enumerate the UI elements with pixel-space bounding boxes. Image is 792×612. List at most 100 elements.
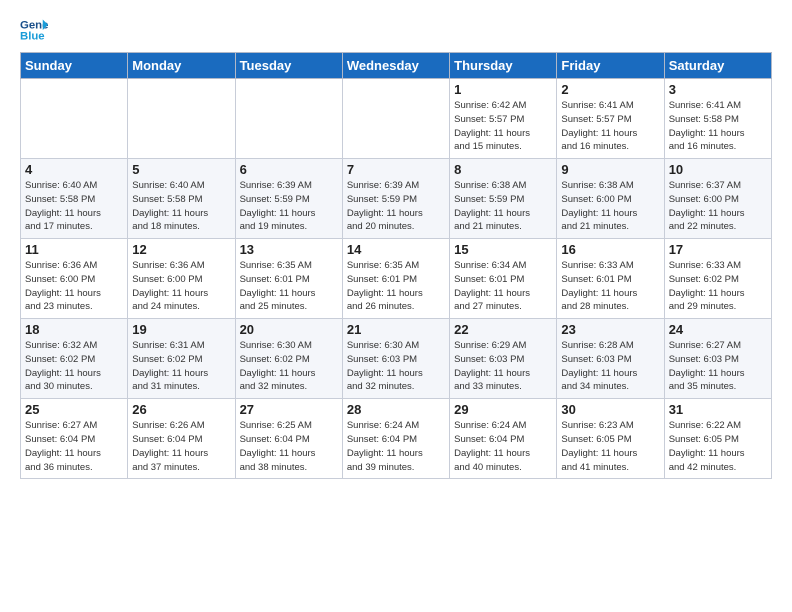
- day-number: 13: [240, 242, 338, 257]
- calendar-day-cell: [235, 79, 342, 159]
- calendar-week-row: 1 Sunrise: 6:42 AM Sunset: 5:57 PM Daylig…: [21, 79, 772, 159]
- calendar-day-cell: 28 Sunrise: 6:24 AM Sunset: 6:04 PM Dayli…: [342, 399, 449, 479]
- calendar-day-cell: 18 Sunrise: 6:32 AM Sunset: 6:02 PM Dayli…: [21, 319, 128, 399]
- calendar-day-cell: 11 Sunrise: 6:36 AM Sunset: 6:00 PM Dayli…: [21, 239, 128, 319]
- logo: General Blue: [20, 16, 48, 44]
- day-info: Sunrise: 6:42 AM Sunset: 5:57 PM Dayligh…: [454, 99, 552, 154]
- day-info: Sunrise: 6:27 AM Sunset: 6:04 PM Dayligh…: [25, 419, 123, 474]
- calendar-day-cell: 2Sunrise: 6:41 AM Sunset: 5:57 PM Daylig…: [557, 79, 664, 159]
- calendar-day-cell: 5 Sunrise: 6:40 AM Sunset: 5:58 PM Daylig…: [128, 159, 235, 239]
- day-number: 17: [669, 242, 767, 257]
- calendar-day-cell: 15 Sunrise: 6:34 AM Sunset: 6:01 PM Dayli…: [450, 239, 557, 319]
- calendar-day-cell: 13 Sunrise: 6:35 AM Sunset: 6:01 PM Dayli…: [235, 239, 342, 319]
- day-number: 30: [561, 402, 659, 417]
- day-number: 12: [132, 242, 230, 257]
- day-info: Sunrise: 6:27 AM Sunset: 6:03 PM Dayligh…: [669, 339, 767, 394]
- day-info: Sunrise: 6:31 AM Sunset: 6:02 PM Dayligh…: [132, 339, 230, 394]
- calendar-day-cell: 19 Sunrise: 6:31 AM Sunset: 6:02 PM Dayli…: [128, 319, 235, 399]
- day-info: Sunrise: 6:35 AM Sunset: 6:01 PM Dayligh…: [347, 259, 445, 314]
- calendar-day-cell: 29Sunrise: 6:24 AM Sunset: 6:04 PM Dayli…: [450, 399, 557, 479]
- logo-icon: General Blue: [20, 16, 48, 44]
- calendar-day-cell: 1 Sunrise: 6:42 AM Sunset: 5:57 PM Daylig…: [450, 79, 557, 159]
- day-number: 16: [561, 242, 659, 257]
- day-info: Sunrise: 6:36 AM Sunset: 6:00 PM Dayligh…: [25, 259, 123, 314]
- calendar-header-cell: Friday: [557, 53, 664, 79]
- day-info: Sunrise: 6:32 AM Sunset: 6:02 PM Dayligh…: [25, 339, 123, 394]
- calendar-header-cell: Tuesday: [235, 53, 342, 79]
- day-number: 11: [25, 242, 123, 257]
- day-info: Sunrise: 6:33 AM Sunset: 6:01 PM Dayligh…: [561, 259, 659, 314]
- calendar-day-cell: 31 Sunrise: 6:22 AM Sunset: 6:05 PM Dayli…: [664, 399, 771, 479]
- day-number: 3: [669, 82, 767, 97]
- calendar-week-row: 11 Sunrise: 6:36 AM Sunset: 6:00 PM Dayli…: [21, 239, 772, 319]
- day-info: Sunrise: 6:39 AM Sunset: 5:59 PM Dayligh…: [347, 179, 445, 234]
- calendar-day-cell: 9Sunrise: 6:38 AM Sunset: 6:00 PM Daylig…: [557, 159, 664, 239]
- day-info: Sunrise: 6:22 AM Sunset: 6:05 PM Dayligh…: [669, 419, 767, 474]
- calendar-day-cell: 16 Sunrise: 6:33 AM Sunset: 6:01 PM Dayli…: [557, 239, 664, 319]
- day-number: 15: [454, 242, 552, 257]
- day-info: Sunrise: 6:23 AM Sunset: 6:05 PM Dayligh…: [561, 419, 659, 474]
- day-info: Sunrise: 6:36 AM Sunset: 6:00 PM Dayligh…: [132, 259, 230, 314]
- day-info: Sunrise: 6:24 AM Sunset: 6:04 PM Dayligh…: [347, 419, 445, 474]
- calendar-day-cell: [342, 79, 449, 159]
- day-info: Sunrise: 6:34 AM Sunset: 6:01 PM Dayligh…: [454, 259, 552, 314]
- day-info: Sunrise: 6:25 AM Sunset: 6:04 PM Dayligh…: [240, 419, 338, 474]
- day-number: 25: [25, 402, 123, 417]
- day-info: Sunrise: 6:29 AM Sunset: 6:03 PM Dayligh…: [454, 339, 552, 394]
- day-number: 28: [347, 402, 445, 417]
- calendar-day-cell: 24Sunrise: 6:27 AM Sunset: 6:03 PM Dayli…: [664, 319, 771, 399]
- day-info: Sunrise: 6:33 AM Sunset: 6:02 PM Dayligh…: [669, 259, 767, 314]
- calendar-header-cell: Thursday: [450, 53, 557, 79]
- calendar-week-row: 4 Sunrise: 6:40 AM Sunset: 5:58 PM Daylig…: [21, 159, 772, 239]
- calendar-day-cell: 27Sunrise: 6:25 AM Sunset: 6:04 PM Dayli…: [235, 399, 342, 479]
- day-info: Sunrise: 6:28 AM Sunset: 6:03 PM Dayligh…: [561, 339, 659, 394]
- calendar-day-cell: 7 Sunrise: 6:39 AM Sunset: 5:59 PM Daylig…: [342, 159, 449, 239]
- day-number: 26: [132, 402, 230, 417]
- day-number: 8: [454, 162, 552, 177]
- day-info: Sunrise: 6:41 AM Sunset: 5:58 PM Dayligh…: [669, 99, 767, 154]
- calendar-day-cell: [21, 79, 128, 159]
- day-info: Sunrise: 6:40 AM Sunset: 5:58 PM Dayligh…: [25, 179, 123, 234]
- calendar-day-cell: 6Sunrise: 6:39 AM Sunset: 5:59 PM Daylig…: [235, 159, 342, 239]
- day-info: Sunrise: 6:30 AM Sunset: 6:03 PM Dayligh…: [347, 339, 445, 394]
- day-number: 4: [25, 162, 123, 177]
- calendar-header-cell: Wednesday: [342, 53, 449, 79]
- day-number: 31: [669, 402, 767, 417]
- calendar-day-cell: 10 Sunrise: 6:37 AM Sunset: 6:00 PM Dayli…: [664, 159, 771, 239]
- calendar-day-cell: 17 Sunrise: 6:33 AM Sunset: 6:02 PM Dayli…: [664, 239, 771, 319]
- calendar-day-cell: 4 Sunrise: 6:40 AM Sunset: 5:58 PM Daylig…: [21, 159, 128, 239]
- day-number: 14: [347, 242, 445, 257]
- day-info: Sunrise: 6:35 AM Sunset: 6:01 PM Dayligh…: [240, 259, 338, 314]
- day-number: 9: [561, 162, 659, 177]
- day-number: 5: [132, 162, 230, 177]
- calendar-week-row: 25 Sunrise: 6:27 AM Sunset: 6:04 PM Dayli…: [21, 399, 772, 479]
- calendar-day-cell: 25 Sunrise: 6:27 AM Sunset: 6:04 PM Dayli…: [21, 399, 128, 479]
- day-number: 7: [347, 162, 445, 177]
- calendar-header-cell: Sunday: [21, 53, 128, 79]
- svg-text:Blue: Blue: [20, 31, 45, 43]
- day-info: Sunrise: 6:40 AM Sunset: 5:58 PM Dayligh…: [132, 179, 230, 234]
- day-info: Sunrise: 6:30 AM Sunset: 6:02 PM Dayligh…: [240, 339, 338, 394]
- day-number: 1: [454, 82, 552, 97]
- calendar-day-cell: 14 Sunrise: 6:35 AM Sunset: 6:01 PM Dayli…: [342, 239, 449, 319]
- calendar-day-cell: 8 Sunrise: 6:38 AM Sunset: 5:59 PM Daylig…: [450, 159, 557, 239]
- day-number: 18: [25, 322, 123, 337]
- calendar-header-row: SundayMondayTuesdayWednesdayThursdayFrid…: [21, 53, 772, 79]
- calendar-day-cell: [128, 79, 235, 159]
- day-info: Sunrise: 6:41 AM Sunset: 5:57 PM Dayligh…: [561, 99, 659, 154]
- calendar-day-cell: 21Sunrise: 6:30 AM Sunset: 6:03 PM Dayli…: [342, 319, 449, 399]
- calendar-day-cell: 30 Sunrise: 6:23 AM Sunset: 6:05 PM Dayli…: [557, 399, 664, 479]
- day-number: 10: [669, 162, 767, 177]
- day-number: 20: [240, 322, 338, 337]
- day-info: Sunrise: 6:38 AM Sunset: 5:59 PM Dayligh…: [454, 179, 552, 234]
- calendar-day-cell: 12 Sunrise: 6:36 AM Sunset: 6:00 PM Dayli…: [128, 239, 235, 319]
- day-info: Sunrise: 6:39 AM Sunset: 5:59 PM Dayligh…: [240, 179, 338, 234]
- calendar-header-cell: Monday: [128, 53, 235, 79]
- calendar-body: 1 Sunrise: 6:42 AM Sunset: 5:57 PM Daylig…: [21, 79, 772, 479]
- day-info: Sunrise: 6:24 AM Sunset: 6:04 PM Dayligh…: [454, 419, 552, 474]
- calendar-day-cell: 3 Sunrise: 6:41 AM Sunset: 5:58 PM Daylig…: [664, 79, 771, 159]
- day-info: Sunrise: 6:26 AM Sunset: 6:04 PM Dayligh…: [132, 419, 230, 474]
- day-number: 22: [454, 322, 552, 337]
- day-info: Sunrise: 6:37 AM Sunset: 6:00 PM Dayligh…: [669, 179, 767, 234]
- day-number: 19: [132, 322, 230, 337]
